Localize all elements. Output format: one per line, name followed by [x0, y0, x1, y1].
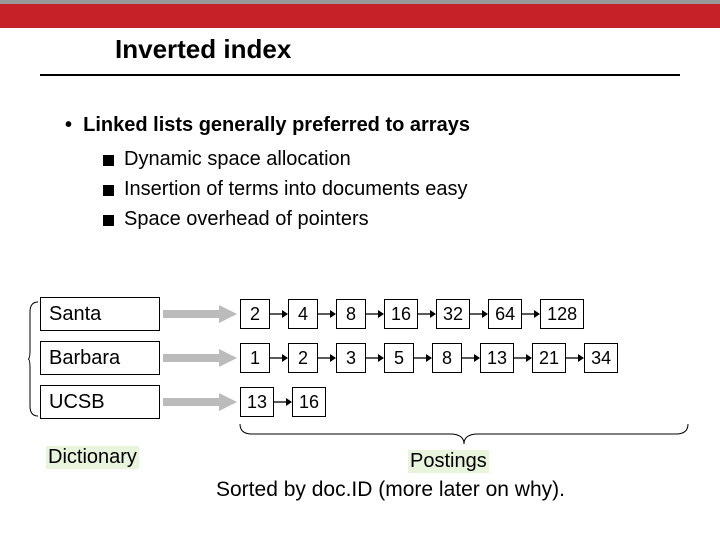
postings-list: 13 16 [240, 387, 326, 417]
posting-node: 13 [480, 343, 514, 373]
dictionary-brace [28, 300, 40, 418]
posting-node: 3 [336, 343, 366, 373]
term-box: UCSB [40, 385, 160, 419]
posting-node: 13 [240, 387, 274, 417]
postings-list: 248 16 32 64 128 [240, 299, 584, 329]
slide-title: Inverted index [115, 34, 291, 65]
term-arrow-icon [160, 393, 240, 411]
posting-node: 128 [540, 299, 584, 329]
term-box: Santa [40, 297, 160, 331]
posting-node: 21 [532, 343, 566, 373]
posting-node: 16 [292, 387, 326, 417]
link-arrow-icon [270, 308, 288, 320]
link-arrow-icon [522, 308, 540, 320]
posting-node: 4 [288, 299, 318, 329]
inverted-index-diagram: Santa 248163264128 Barbara 12358132134 U… [40, 292, 700, 424]
link-arrow-icon [566, 352, 584, 364]
term-box: Barbara [40, 341, 160, 375]
index-row: UCSB 13 16 [40, 380, 700, 424]
term-arrow-icon [160, 305, 240, 323]
postings-label: Postings [408, 450, 489, 473]
square-bullet-icon [103, 185, 114, 196]
bullet-sub-text: Dynamic space allocation [124, 144, 351, 174]
postings-brace [238, 422, 690, 444]
bullet-sub: Dynamic space allocation [103, 144, 470, 174]
index-row: Barbara 12358 13 21 34 [40, 336, 700, 380]
posting-node: 2 [288, 343, 318, 373]
title-underline [40, 74, 680, 76]
link-arrow-icon [462, 352, 480, 364]
posting-node: 32 [436, 299, 470, 329]
link-arrow-icon [270, 352, 288, 364]
link-arrow-icon [318, 352, 336, 364]
posting-node: 8 [336, 299, 366, 329]
link-arrow-icon [418, 308, 436, 320]
posting-node: 5 [384, 343, 414, 373]
sorted-note: Sorted by doc.ID (more later on why). [216, 478, 565, 502]
link-arrow-icon [414, 352, 432, 364]
posting-node: 8 [432, 343, 462, 373]
bullet-main: • Linked lists generally preferred to ar… [65, 110, 470, 140]
link-arrow-icon [470, 308, 488, 320]
posting-node: 34 [584, 343, 618, 373]
bullet-main-text: Linked lists generally preferred to arra… [83, 114, 470, 136]
link-arrow-icon [514, 352, 532, 364]
posting-node: 16 [384, 299, 418, 329]
bullet-sub: Space overhead of pointers [103, 204, 470, 234]
bullet-sub-text: Space overhead of pointers [124, 204, 369, 234]
link-arrow-icon [366, 352, 384, 364]
index-row: Santa 248 16 32 64 128 [40, 292, 700, 336]
square-bullet-icon [103, 215, 114, 226]
bullet-sub-text: Insertion of terms into documents easy [124, 174, 468, 204]
posting-node: 1 [240, 343, 270, 373]
square-bullet-icon [103, 155, 114, 166]
posting-node: 64 [488, 299, 522, 329]
bullet-sub: Insertion of terms into documents easy [103, 174, 470, 204]
postings-list: 12358 13 21 34 [240, 343, 618, 373]
term-arrow-icon [160, 349, 240, 367]
header-band [0, 0, 720, 28]
link-arrow-icon [318, 308, 336, 320]
bullet-list: • Linked lists generally preferred to ar… [65, 110, 470, 234]
link-arrow-icon [274, 396, 292, 408]
dictionary-label: Dictionary [46, 446, 139, 469]
link-arrow-icon [366, 308, 384, 320]
posting-node: 2 [240, 299, 270, 329]
